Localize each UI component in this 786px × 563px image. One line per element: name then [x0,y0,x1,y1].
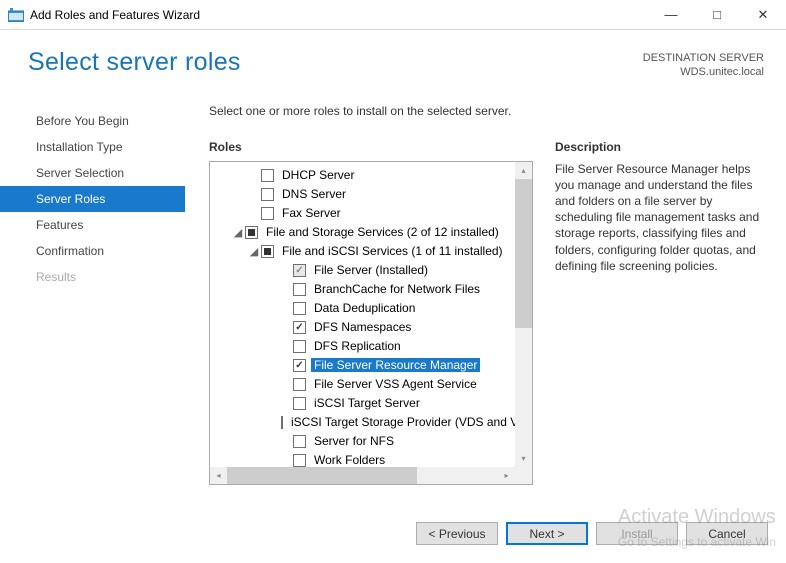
scrollbar-corner [515,467,532,484]
tree-node-label[interactable]: File Server (Installed) [311,263,431,277]
install-button: Install [596,522,678,545]
tree-node-label[interactable]: File Server VSS Agent Service [311,377,480,391]
instruction-text: Select one or more roles to install on t… [209,104,766,118]
tree-node-label[interactable]: File Server Resource Manager [311,358,480,372]
checkbox[interactable] [261,207,274,220]
tree-node[interactable]: Fax Server [210,204,532,223]
page-title: Select server roles [28,48,643,80]
tree-node[interactable]: File Server Resource Manager [210,356,532,375]
tree-node-label[interactable]: DHCP Server [279,168,357,182]
footer: < Previous Next > Install Cancel [0,505,786,563]
nav-item-confirmation[interactable]: Confirmation [0,238,185,264]
checkbox[interactable] [245,226,258,239]
titlebar: Add Roles and Features Wizard — □ ✕ [0,0,786,30]
nav-item-before-you-begin[interactable]: Before You Begin [0,108,185,134]
tree-node[interactable]: Server for NFS [210,432,532,451]
tree-node[interactable]: File Server VSS Agent Service [210,375,532,394]
maximize-button[interactable]: □ [694,0,740,30]
horizontal-scroll-thumb[interactable] [227,467,417,484]
tree-node[interactable]: DFS Namespaces [210,318,532,337]
checkbox[interactable] [261,169,274,182]
close-button[interactable]: ✕ [740,0,786,30]
tree-node-label[interactable]: DFS Replication [311,339,404,353]
scroll-right-icon[interactable]: ▸ [498,467,515,484]
header: Select server roles DESTINATION SERVER W… [0,30,786,90]
next-button[interactable]: Next > [506,522,588,545]
expand-icon[interactable]: ◢ [248,245,260,258]
tree-node-label[interactable]: Fax Server [279,206,344,220]
wizard-nav: Before You BeginInstallation TypeServer … [0,90,185,505]
tree-node-label[interactable]: File and iSCSI Services (1 of 11 install… [279,244,506,258]
vertical-scroll-thumb[interactable] [515,179,532,328]
checkbox[interactable] [261,188,274,201]
tree-node[interactable]: DFS Replication [210,337,532,356]
checkbox[interactable] [293,340,306,353]
tree-node-label[interactable]: Data Deduplication [311,301,418,315]
tree-node[interactable]: DNS Server [210,185,532,204]
checkbox[interactable] [293,302,306,315]
scroll-left-icon[interactable]: ◂ [210,467,227,484]
checkbox[interactable] [293,454,306,467]
expand-icon[interactable]: ◢ [232,226,244,239]
previous-button[interactable]: < Previous [416,522,498,545]
tree-node[interactable]: iSCSI Target Storage Provider (VDS and V… [210,413,532,432]
tree-node-label[interactable]: iSCSI Target Storage Provider (VDS and V… [288,415,532,429]
nav-item-server-selection[interactable]: Server Selection [0,160,185,186]
minimize-button[interactable]: — [648,0,694,30]
tree-node-label[interactable]: DFS Namespaces [311,320,414,334]
tree-node-label[interactable]: File and Storage Services (2 of 12 insta… [263,225,502,239]
wizard-icon [8,8,24,22]
cancel-button[interactable]: Cancel [686,522,768,545]
scroll-up-icon[interactable]: ▴ [515,162,532,179]
horizontal-scrollbar[interactable]: ◂ ▸ [210,467,515,484]
checkbox [293,264,306,277]
checkbox[interactable] [293,283,306,296]
destination-value: WDS.unitec.local [643,65,764,79]
tree-node-label[interactable]: BranchCache for Network Files [311,282,483,296]
description-text: File Server Resource Manager helps you m… [555,161,766,274]
checkbox[interactable] [293,359,306,372]
tree-node-label[interactable]: Server for NFS [311,434,397,448]
checkbox[interactable] [293,397,306,410]
tree-node-label[interactable]: Work Folders [311,453,388,467]
destination-info: DESTINATION SERVER WDS.unitec.local [643,51,764,80]
tree-node[interactable]: DHCP Server [210,166,532,185]
checkbox[interactable] [281,416,283,429]
destination-label: DESTINATION SERVER [643,51,764,65]
roles-label: Roles [209,140,533,154]
tree-node-label[interactable]: iSCSI Target Server [311,396,423,410]
tree-node-label[interactable]: DNS Server [279,187,349,201]
vertical-scrollbar[interactable]: ▴ ▾ [515,162,532,467]
nav-item-results: Results [0,264,185,290]
scroll-down-icon[interactable]: ▾ [515,450,532,467]
tree-node[interactable]: BranchCache for Network Files [210,280,532,299]
tree-node[interactable]: iSCSI Target Server [210,394,532,413]
checkbox[interactable] [261,245,274,258]
checkbox[interactable] [293,321,306,334]
titlebar-title: Add Roles and Features Wizard [30,8,648,22]
nav-item-features[interactable]: Features [0,212,185,238]
nav-item-installation-type[interactable]: Installation Type [0,134,185,160]
checkbox[interactable] [293,435,306,448]
tree-node[interactable]: File Server (Installed) [210,261,532,280]
roles-tree: DHCP ServerDNS ServerFax Server◢File and… [209,161,533,485]
tree-node[interactable]: ◢ File and Storage Services (2 of 12 inst… [210,223,532,242]
tree-node[interactable]: Data Deduplication [210,299,532,318]
description-label: Description [555,140,766,154]
nav-item-server-roles[interactable]: Server Roles [0,186,185,212]
tree-node[interactable]: ◢ File and iSCSI Services (1 of 11 instal… [210,242,532,261]
checkbox[interactable] [293,378,306,391]
